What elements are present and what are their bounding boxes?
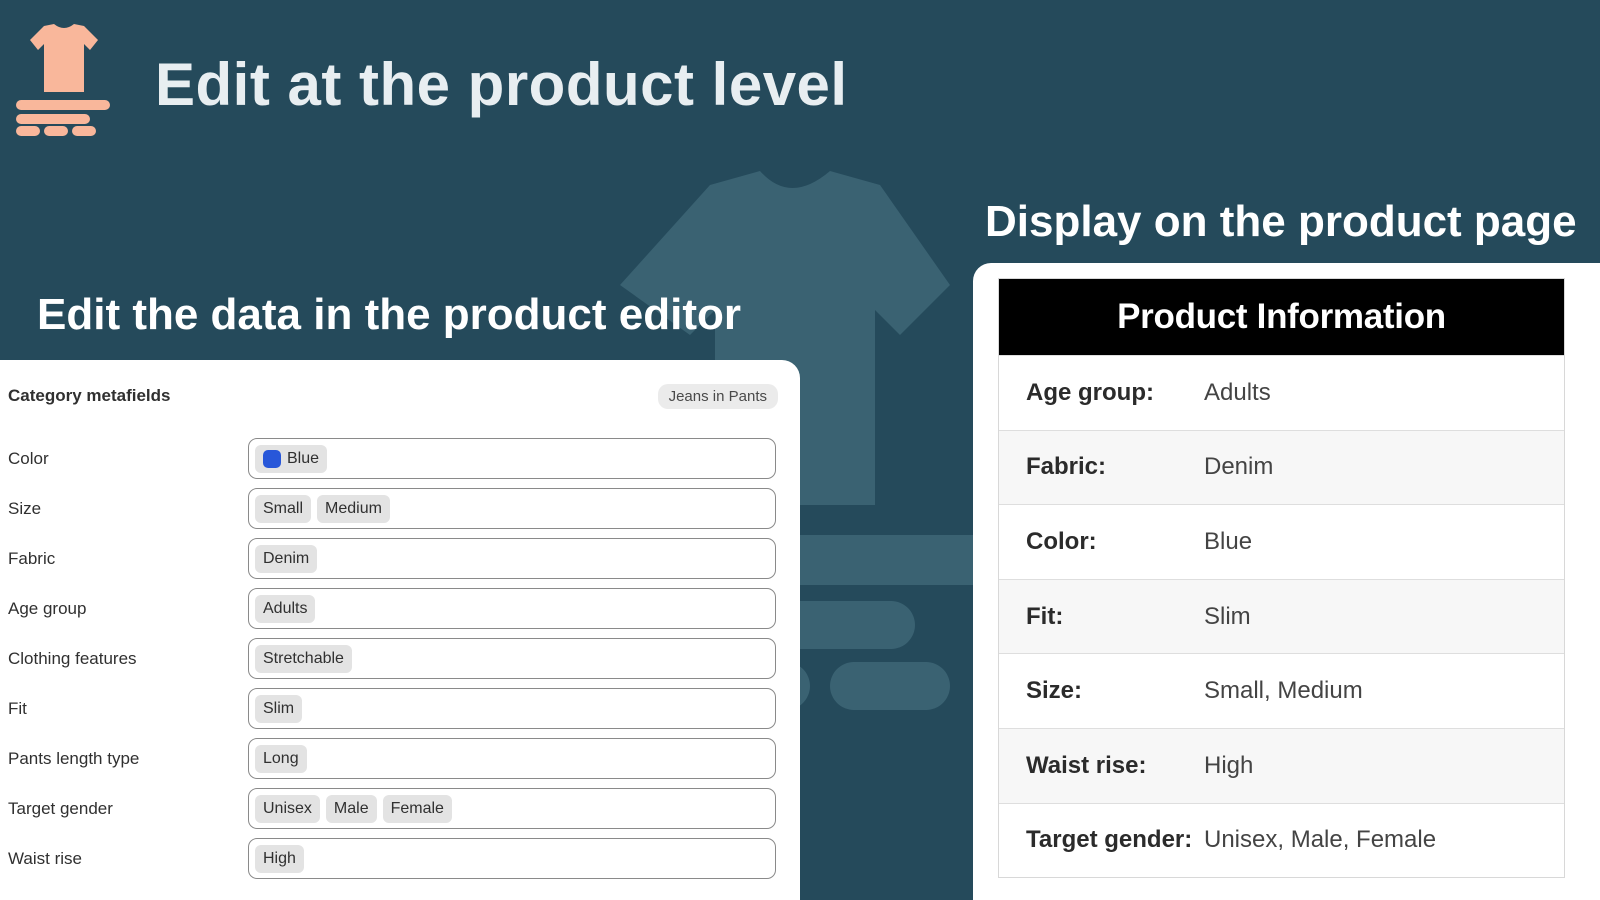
tag[interactable]: Medium <box>317 494 390 523</box>
tag[interactable]: Adults <box>255 594 316 623</box>
field-label: Color <box>8 448 49 468</box>
waist-rise-field[interactable]: High <box>248 838 776 879</box>
table-row: Age group: Adults <box>999 355 1564 430</box>
page-title: Edit at the product level <box>155 51 848 118</box>
tshirt-shelf-icon <box>16 24 110 136</box>
fit-field[interactable]: Slim <box>248 688 776 729</box>
fabric-field[interactable]: Denim <box>248 538 776 579</box>
row-key: Age group: <box>1026 378 1154 406</box>
tag[interactable]: High <box>255 844 304 873</box>
row-value: Small, Medium <box>1204 677 1363 705</box>
field-label: Clothing features <box>8 648 137 668</box>
field-label: Fabric <box>8 548 56 568</box>
field-label: Target gender <box>8 798 113 818</box>
tag[interactable]: Denim <box>255 544 318 573</box>
row-key: Color: <box>1026 527 1097 555</box>
tag-label: Blue <box>287 449 320 467</box>
row-value: Slim <box>1204 602 1251 630</box>
tag[interactable]: Long <box>255 744 307 773</box>
category-badge[interactable]: Jeans in Pants <box>657 383 778 409</box>
table-body: Age group: Adults Fabric: Denim Color: B… <box>999 355 1564 878</box>
row-value: Adults <box>1204 378 1271 406</box>
field-label: Size <box>8 498 42 518</box>
tag[interactable]: Stretchable <box>255 644 352 673</box>
field-label: Age group <box>8 598 87 618</box>
field-row-target-gender: Target gender Unisex Male Female <box>8 788 778 829</box>
row-key: Waist rise: <box>1026 751 1147 779</box>
product-page-panel: Product Information Age group: Adults Fa… <box>973 263 1600 900</box>
field-label: Fit <box>8 698 27 718</box>
table-title: Product Information <box>999 279 1564 355</box>
product-info-table: Product Information Age group: Adults Fa… <box>998 278 1565 879</box>
table-row: Fabric: Denim <box>999 429 1564 505</box>
row-key: Size: <box>1026 677 1083 705</box>
age-group-field[interactable]: Adults <box>248 588 776 629</box>
field-row-fabric: Fabric Denim <box>8 538 778 579</box>
field-label: Waist rise <box>8 848 82 868</box>
table-row: Fit: Slim <box>999 578 1564 654</box>
field-row-fit: Fit Slim <box>8 688 778 729</box>
product-editor-panel: Category metafields Jeans in Pants Color… <box>0 360 800 900</box>
metafields-title: Category metafields <box>8 386 171 405</box>
row-value: Blue <box>1204 527 1253 555</box>
table-row: Target gender: Unisex, Male, Female <box>999 802 1564 878</box>
row-value: Denim <box>1204 453 1274 481</box>
field-label: Pants length type <box>8 748 140 768</box>
tag[interactable]: Blue <box>255 444 328 473</box>
table-row: Size: Small, Medium <box>999 653 1564 728</box>
display-heading: Display on the product page <box>985 197 1577 246</box>
table-row: Waist rise: High <box>999 727 1564 803</box>
pants-length-type-field[interactable]: Long <box>248 738 776 779</box>
editor-heading: Edit the data in the product editor <box>37 290 741 339</box>
row-key: Fit: <box>1026 602 1064 630</box>
clothing-features-field[interactable]: Stretchable <box>248 638 776 679</box>
field-row-clothing-features: Clothing features Stretchable <box>8 638 778 679</box>
field-row-waist-rise: Waist rise High <box>8 838 778 879</box>
table-row: Color: Blue <box>999 504 1564 579</box>
tag[interactable]: Small <box>255 494 312 523</box>
tag[interactable]: Female <box>382 794 452 823</box>
field-row-pants-length-type: Pants length type Long <box>8 738 778 779</box>
row-key: Fabric: <box>1026 453 1107 481</box>
tag[interactable]: Slim <box>255 694 303 723</box>
tag[interactable]: Male <box>325 794 377 823</box>
size-field[interactable]: Small Medium <box>248 488 776 529</box>
row-value: Unisex, Male, Female <box>1204 826 1437 854</box>
target-gender-field[interactable]: Unisex Male Female <box>248 788 776 829</box>
row-key: Target gender: <box>1026 826 1193 854</box>
field-row-color: Color Blue <box>8 438 778 479</box>
color-field[interactable]: Blue <box>248 438 776 479</box>
field-row-age-group: Age group Adults <box>8 588 778 629</box>
row-value: High <box>1204 751 1254 779</box>
editor-header: Category metafields Jeans in Pants <box>8 382 778 410</box>
field-row-size: Size Small Medium <box>8 488 778 529</box>
color-swatch-icon <box>263 449 281 468</box>
tag[interactable]: Unisex <box>255 794 320 823</box>
